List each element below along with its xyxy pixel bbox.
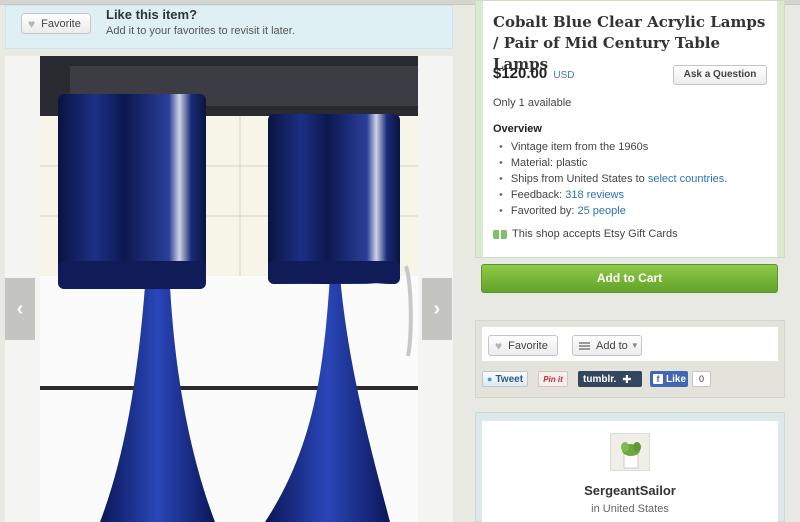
next-image-arrow[interactable]: ›: [422, 278, 452, 340]
banner-subtitle: Add it to your favorites to revisit it l…: [106, 25, 295, 37]
shop-panel: SergeantSailor in United States: [475, 412, 785, 522]
overview-item-material: Material: plastic: [499, 155, 727, 171]
overview-item-favorited: Favorited by: 25 people: [499, 203, 727, 219]
succulent-icon: [611, 434, 649, 470]
tumblr-button[interactable]: tumblr. ✚: [578, 371, 642, 387]
overview-heading: Overview: [493, 123, 542, 135]
favorite-label: Favorite: [508, 339, 548, 352]
facebook-icon: f: [653, 374, 663, 384]
overview-item-vintage: Vintage item from the 1960s: [499, 139, 727, 155]
lamps-photo-illustration: [40, 56, 418, 522]
price-currency: USD: [553, 70, 575, 81]
listing-price: $120.00 USD: [493, 65, 575, 82]
previous-image-arrow[interactable]: ‹: [5, 278, 35, 340]
ask-a-question-button[interactable]: Ask a Question: [673, 65, 767, 85]
overview-list: Vintage item from the 1960s Material: pl…: [499, 139, 727, 219]
favorite-button[interactable]: ♥ Favorite: [488, 335, 558, 356]
list-icon: [579, 341, 590, 350]
shop-avatar[interactable]: [610, 433, 650, 471]
chevron-down-icon: ▼: [630, 341, 639, 350]
facebook-like-count: 0: [692, 371, 711, 387]
gift-cards-text: This shop accepts Etsy Gift Cards: [512, 228, 678, 240]
select-countries-link[interactable]: select countries.: [648, 173, 727, 185]
tweet-button[interactable]: ● Tweet: [482, 371, 528, 387]
shop-card: SergeantSailor in United States: [482, 421, 778, 522]
social-panel: ♥ Favorite Add to ▼ ● Tweet Pin it tumbl…: [475, 320, 785, 398]
overview-item-shipping: Ships from United States to select count…: [499, 171, 727, 187]
plus-icon: ✚: [622, 373, 632, 386]
listing-photo: [40, 56, 418, 522]
reviews-link[interactable]: 318 reviews: [565, 189, 624, 201]
banner-favorite-button[interactable]: ♥ Favorite: [21, 13, 91, 34]
availability-text: Only 1 available: [493, 97, 572, 109]
listing-panel: Cobalt Blue Clear Acrylic Lamps / Pair o…: [475, 0, 785, 258]
add-to-list-button[interactable]: Add to ▼: [572, 335, 642, 356]
banner-favorite-label: Favorite: [41, 17, 81, 30]
favorited-by-link[interactable]: 25 people: [578, 205, 626, 217]
shop-name-link[interactable]: SergeantSailor: [482, 483, 778, 498]
facebook-like-button[interactable]: f Like: [650, 371, 688, 387]
heart-icon: ♥: [495, 338, 503, 353]
gift-card-icon: [493, 229, 507, 239]
shop-location: in United States: [591, 503, 669, 515]
banner-title: Like this item?: [106, 7, 198, 22]
heart-icon: ♥: [28, 16, 36, 31]
social-actions-bar: ♥ Favorite Add to ▼: [482, 327, 778, 361]
overview-item-feedback: Feedback: 318 reviews: [499, 187, 727, 203]
image-viewer: ‹ ›: [5, 56, 453, 522]
twitter-bird-icon: ●: [487, 374, 493, 384]
gift-cards-note: This shop accepts Etsy Gift Cards: [493, 228, 678, 240]
add-to-cart-button[interactable]: Add to Cart: [481, 264, 778, 293]
add-to-label: Add to: [596, 339, 628, 352]
pinterest-button[interactable]: Pin it: [538, 371, 568, 387]
price-value: $120.00: [493, 65, 548, 82]
listing-card: Cobalt Blue Clear Acrylic Lamps / Pair o…: [483, 1, 777, 257]
favorite-prompt-banner: ♥ Favorite Like this item? Add it to you…: [5, 5, 453, 49]
